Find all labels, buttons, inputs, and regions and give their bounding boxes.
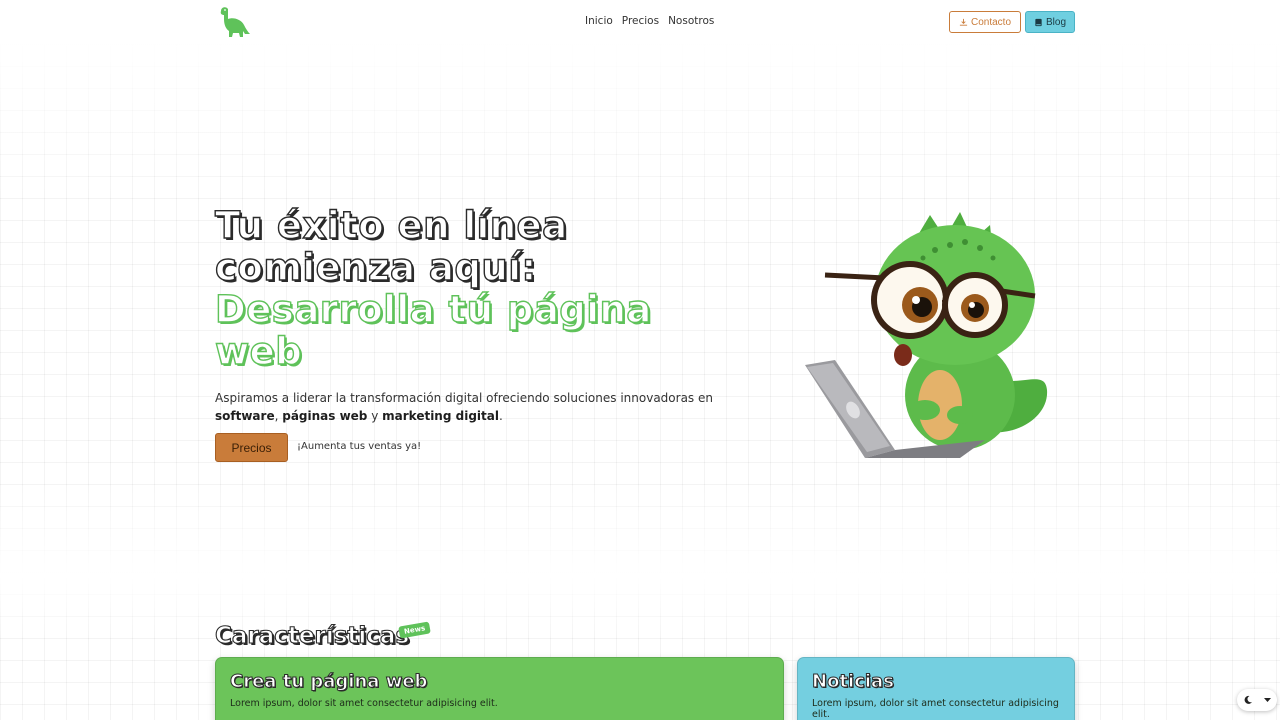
hero-title-line-2: comienza aquí: xyxy=(214,246,537,289)
download-icon xyxy=(959,18,968,26)
hero-desc-web: páginas web xyxy=(282,409,368,423)
nav-link-nosotros[interactable]: Nosotros xyxy=(668,15,714,27)
hero-desc-software: software xyxy=(215,409,275,423)
hero-title-line-4: web xyxy=(214,330,303,373)
contact-button[interactable]: Contacto xyxy=(949,11,1021,33)
caret-down-icon xyxy=(1264,697,1272,702)
dinosaur-logo-icon[interactable] xyxy=(215,5,251,39)
feature-card-news[interactable]: Noticias Lorem ipsum, dolor sit amet con… xyxy=(797,657,1075,720)
dinosaur-mascot-illustration xyxy=(805,212,1048,458)
feature-card-title: Crea tu página web xyxy=(230,671,428,693)
features-title: Características xyxy=(214,622,410,649)
moon-icon xyxy=(1244,695,1252,704)
hero-title: Tu éxito en línea comienza aquí: Desarro… xyxy=(214,204,735,373)
contact-button-label: Contacto xyxy=(970,16,1012,28)
feature-card-text: Lorem ipsum, dolor sit amet consectetur … xyxy=(230,698,498,709)
hero-title-line-3: Desarrolla tú página xyxy=(214,288,652,331)
feature-card-web[interactable]: Crea tu página web Lorem ipsum, dolor si… xyxy=(215,657,784,720)
nav-link-precios[interactable]: Precios xyxy=(622,15,659,27)
hero-desc-marketing: marketing digital xyxy=(382,409,499,423)
hero-title-line-1: Tu éxito en línea xyxy=(214,204,568,247)
precios-cta-button[interactable]: Precios xyxy=(215,433,288,462)
hero-description: Aspiramos a liderar la transformación di… xyxy=(215,389,715,425)
nav-link-inicio[interactable]: Inicio xyxy=(585,15,613,27)
hero-desc-sep2: y xyxy=(367,409,383,423)
theme-toggle[interactable] xyxy=(1237,689,1277,711)
hero-desc-end: . xyxy=(498,409,503,423)
feature-card-text: Lorem ipsum, dolor sit amet consectetur … xyxy=(812,698,1059,720)
cta-text: ¡Aumenta tus ventas ya! xyxy=(297,441,422,452)
nav-links: Inicio Precios Nosotros xyxy=(585,15,714,27)
blog-button-label: Blog xyxy=(1045,16,1066,28)
feature-card-title: Noticias xyxy=(812,671,895,693)
navbar: Inicio Precios Nosotros Contacto Blog xyxy=(215,5,1075,39)
book-icon xyxy=(1035,18,1042,26)
background-fade-bottom xyxy=(0,480,1280,640)
hero-desc-prefix: Aspiramos a liderar la transformación di… xyxy=(215,391,713,405)
blog-button[interactable]: Blog xyxy=(1025,11,1075,33)
